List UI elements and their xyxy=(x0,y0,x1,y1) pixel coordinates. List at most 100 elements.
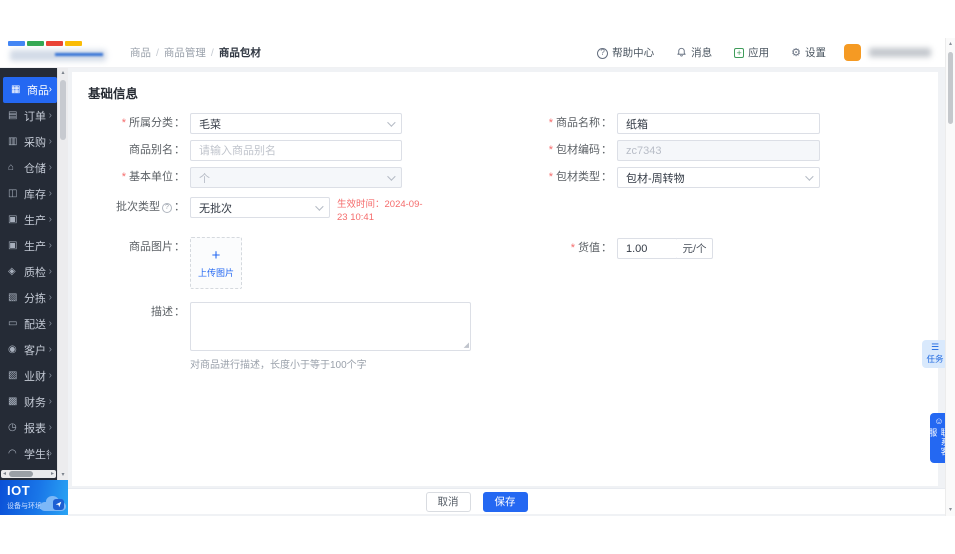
sidebar-item-0[interactable]: ▦ 商品 › xyxy=(3,77,57,103)
scrollbar-thumb[interactable] xyxy=(948,52,953,124)
value-price-label: 货值 xyxy=(500,238,612,259)
production-icon: ▣ xyxy=(8,240,18,251)
sidebar-item-1[interactable]: ▤ 订单 › xyxy=(0,103,57,129)
sidebar-item-2[interactable]: ▥ 采购 › xyxy=(0,129,57,155)
iot-title: IOT xyxy=(7,483,31,498)
breadcrumb-item: 商品包材 xyxy=(218,47,261,59)
header-action-0[interactable]: ? 帮助中心 xyxy=(597,45,654,60)
value-price-input[interactable] xyxy=(617,238,678,259)
sidebar-item-9[interactable]: ▭ 配送 › xyxy=(0,311,57,337)
description-label: 描述 xyxy=(73,302,185,323)
header-action-3[interactable]: ⚙ 设置 xyxy=(791,45,826,60)
sidebar-item-11[interactable]: ▨ 业财 › xyxy=(0,363,57,389)
scroll-left-icon[interactable]: ◂ xyxy=(1,471,8,477)
sidebar-item-4[interactable]: ◫ 库存 › xyxy=(0,181,57,207)
sidebar-scrollbar-horizontal[interactable]: ◂ ▸ xyxy=(1,470,56,478)
sidebar-item-6[interactable]: ▣ 生产 › xyxy=(0,233,57,259)
chevron-right-icon: › xyxy=(48,266,52,277)
cloud-icon xyxy=(40,496,66,511)
info-circle-icon[interactable]: ? xyxy=(162,202,172,213)
chevron-down-icon xyxy=(315,201,324,211)
sidebar-item-8[interactable]: ▧ 分拣 › xyxy=(0,285,57,311)
breadcrumb-separator: / xyxy=(210,46,214,59)
top-header: 商品 / 商品管理 / 商品包材 ? 帮助中心 消息 + 应用 ⚙ 设置 xyxy=(0,38,945,68)
user-menu[interactable] xyxy=(844,44,931,61)
sorting-icon: ▧ xyxy=(8,292,18,303)
warehouse-icon: ⌂ xyxy=(8,162,15,173)
chevron-right-icon: › xyxy=(48,318,52,329)
sidebar-item-10[interactable]: ◉ 客户 › xyxy=(0,337,57,363)
sidebar-nav: ▦ 商品 › ▤ 订单 › ▥ 采购 › ⌂ 仓储 › ◫ 库存 › ▣ 生产 › ▣ 生产 › ◈ 质检 › ▧ 分拣 › ▭ 配送 ›… xyxy=(0,68,57,480)
form-footer: 取消 保存 xyxy=(68,488,945,514)
sidebar-item-13[interactable]: ◷ 报表 › xyxy=(0,415,57,441)
chevron-right-icon: › xyxy=(48,188,52,199)
description-hint: 对商品进行描述，长度小于等于100个字 xyxy=(190,360,367,371)
description-textarea[interactable] xyxy=(190,302,471,351)
material-type-label: 包材类型 xyxy=(500,167,612,188)
material-code-label: 包材编码 xyxy=(500,140,612,161)
grid-icon: ▦ xyxy=(11,84,21,95)
header-actions: ? 帮助中心 消息 + 应用 ⚙ 设置 xyxy=(597,45,826,60)
chevron-right-icon: › xyxy=(48,240,52,251)
sidebar-item-5[interactable]: ▣ 生产 › xyxy=(0,207,57,233)
scroll-up-icon[interactable]: ▴ xyxy=(58,69,68,77)
delivery-icon: ▭ xyxy=(8,318,18,329)
layers-icon: ☰ xyxy=(930,342,940,352)
report-icon: ◷ xyxy=(8,422,17,433)
sidebar-item-7[interactable]: ◈ 质检 › xyxy=(0,259,57,285)
form-card: 基础信息 所属分类 毛菜 商品别名 基本单位 个 批次类型 ? 无批次 生效时间… xyxy=(72,72,938,486)
base-unit-value: 个 xyxy=(199,172,210,185)
app-logo[interactable] xyxy=(0,38,118,67)
page-scrollbar[interactable]: ▴ ▾ xyxy=(945,38,955,516)
category-value: 毛菜 xyxy=(199,118,221,131)
material-type-select[interactable]: 包材-周转物 xyxy=(617,167,820,188)
alias-input[interactable] xyxy=(190,140,402,161)
section-title: 基础信息 xyxy=(88,87,139,101)
header-action-2[interactable]: + 应用 xyxy=(734,45,769,60)
logo-blurred-underline xyxy=(55,53,103,56)
inventory-icon: ◫ xyxy=(8,188,18,199)
base-unit-select: 个 xyxy=(190,167,402,188)
resize-handle-icon[interactable]: ◢ xyxy=(464,342,469,349)
chevron-right-icon: › xyxy=(48,84,52,95)
product-name-input[interactable] xyxy=(617,113,820,134)
image-upload-box[interactable]: + 上传图片 xyxy=(190,237,242,289)
save-button[interactable]: 保存 xyxy=(482,491,528,512)
chevron-down-icon xyxy=(805,171,814,181)
scroll-down-icon[interactable]: ▾ xyxy=(58,471,68,479)
bell-icon xyxy=(676,46,687,60)
scroll-up-icon[interactable]: ▴ xyxy=(946,40,955,48)
batch-type-value: 无批次 xyxy=(199,202,232,215)
category-label: 所属分类 xyxy=(73,113,185,134)
task-label: 任务 xyxy=(926,354,944,364)
base-unit-label: 基本单位 xyxy=(73,167,185,188)
iot-subtitle: 设备与环境 xyxy=(7,503,42,510)
category-select[interactable]: 毛菜 xyxy=(190,113,402,134)
sidebar-item-3[interactable]: ⌂ 仓储 › xyxy=(0,155,57,181)
avatar xyxy=(844,44,861,61)
chevron-right-icon: › xyxy=(48,370,52,381)
scrollbar-thumb[interactable] xyxy=(9,471,33,477)
sidebar-item-12[interactable]: ▩ 财务 › xyxy=(0,389,57,415)
batch-type-select[interactable]: 无批次 xyxy=(190,197,330,218)
chevron-right-icon: › xyxy=(48,448,52,459)
iot-banner[interactable]: IOT 设备与环境 xyxy=(0,480,68,515)
app-plus-icon: + xyxy=(734,47,745,59)
product-image-label: 商品图片 xyxy=(73,237,185,258)
help-circle-icon: ? xyxy=(597,46,609,59)
cancel-button[interactable]: 取消 xyxy=(425,491,471,512)
upload-text: 上传图片 xyxy=(197,267,234,278)
batch-type-label: 批次类型 ? xyxy=(73,197,185,218)
paper-plane-icon xyxy=(53,499,64,510)
sidebar-item-14[interactable]: ◠学生餐› xyxy=(0,441,57,467)
scroll-down-icon[interactable]: ▾ xyxy=(946,506,955,514)
breadcrumb-item[interactable]: 商品管理 xyxy=(164,45,206,60)
chevron-right-icon: › xyxy=(48,292,52,303)
breadcrumb-item[interactable]: 商品 xyxy=(130,45,151,60)
header-action-1[interactable]: 消息 xyxy=(676,45,712,60)
sidebar-scrollbar-vertical[interactable]: ▴ ▾ xyxy=(57,68,68,480)
material-type-value: 包材-周转物 xyxy=(626,172,685,185)
scrollbar-thumb[interactable] xyxy=(60,80,66,140)
scroll-right-icon[interactable]: ▸ xyxy=(49,471,56,477)
chevron-right-icon: › xyxy=(48,110,52,121)
